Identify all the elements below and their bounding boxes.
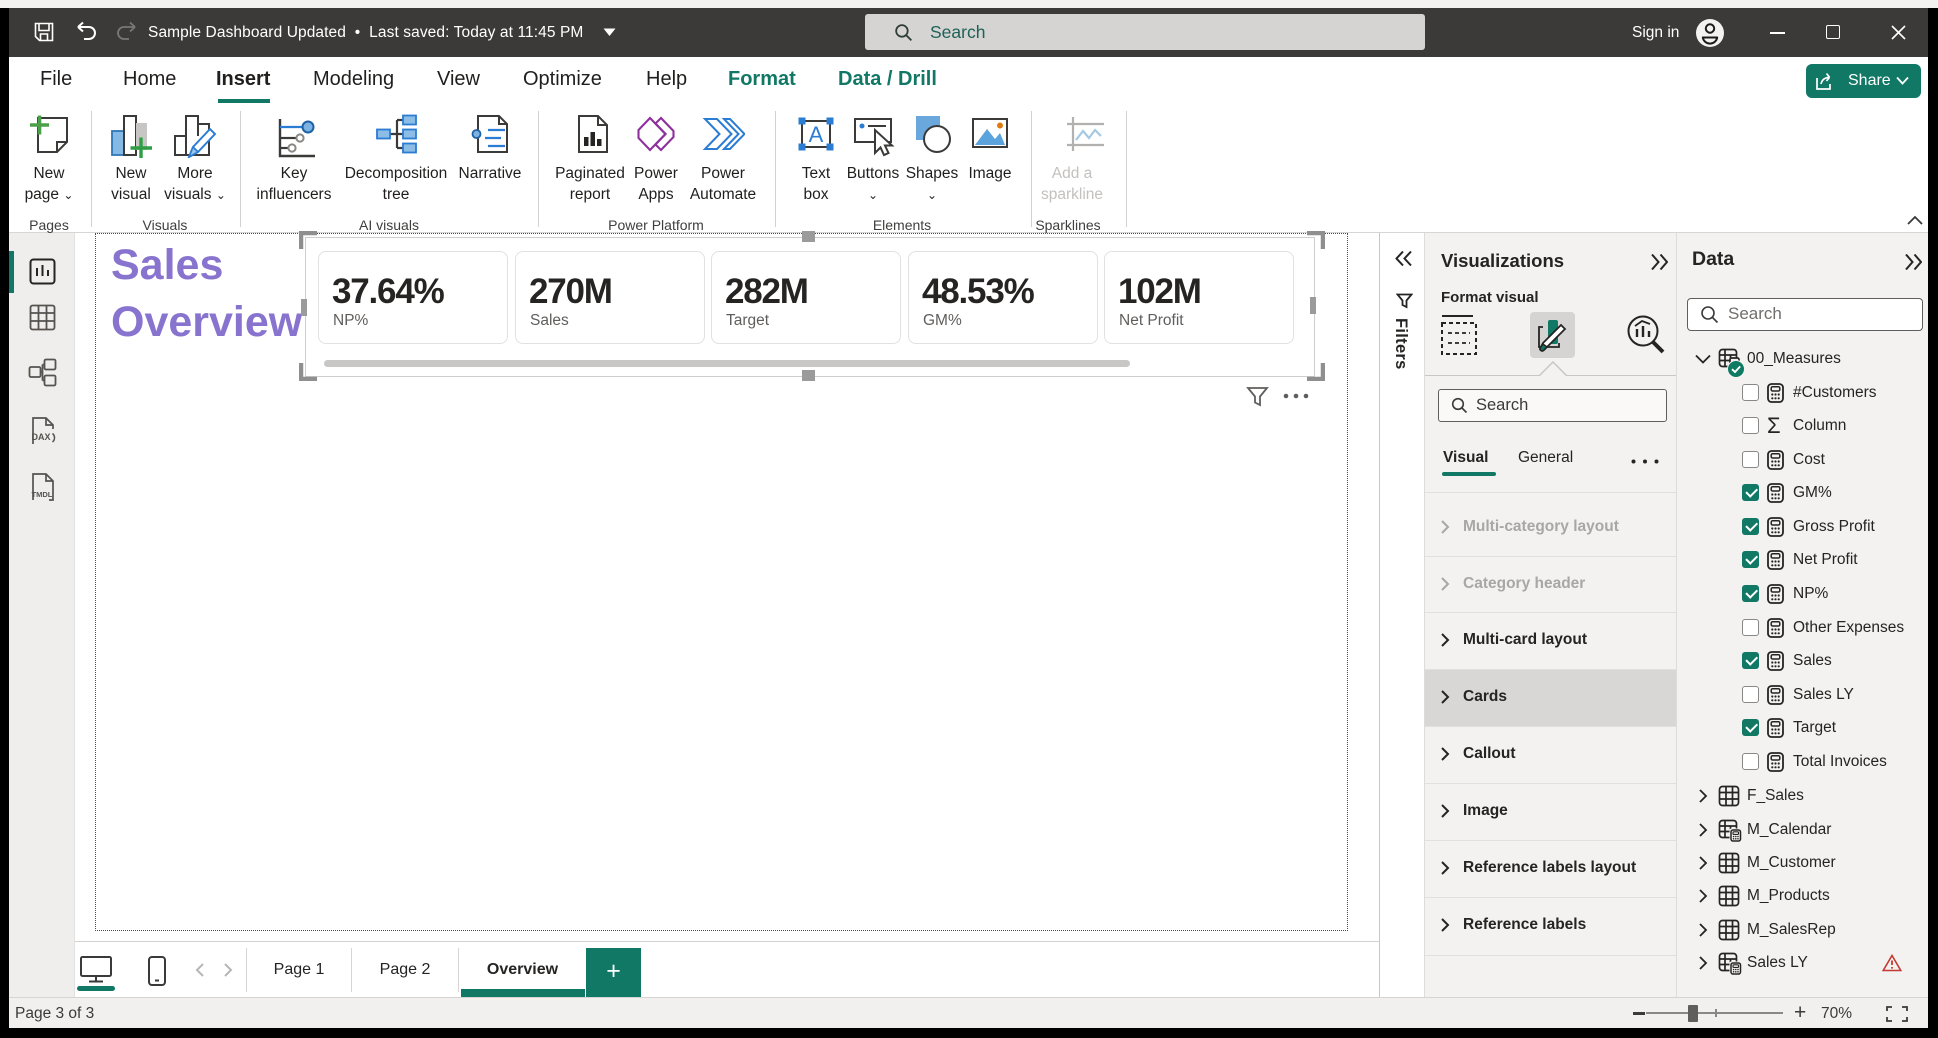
svg-text:DAX: DAX	[32, 432, 51, 442]
svg-text:A: A	[809, 122, 824, 147]
svg-text:TMDL: TMDL	[32, 490, 53, 499]
